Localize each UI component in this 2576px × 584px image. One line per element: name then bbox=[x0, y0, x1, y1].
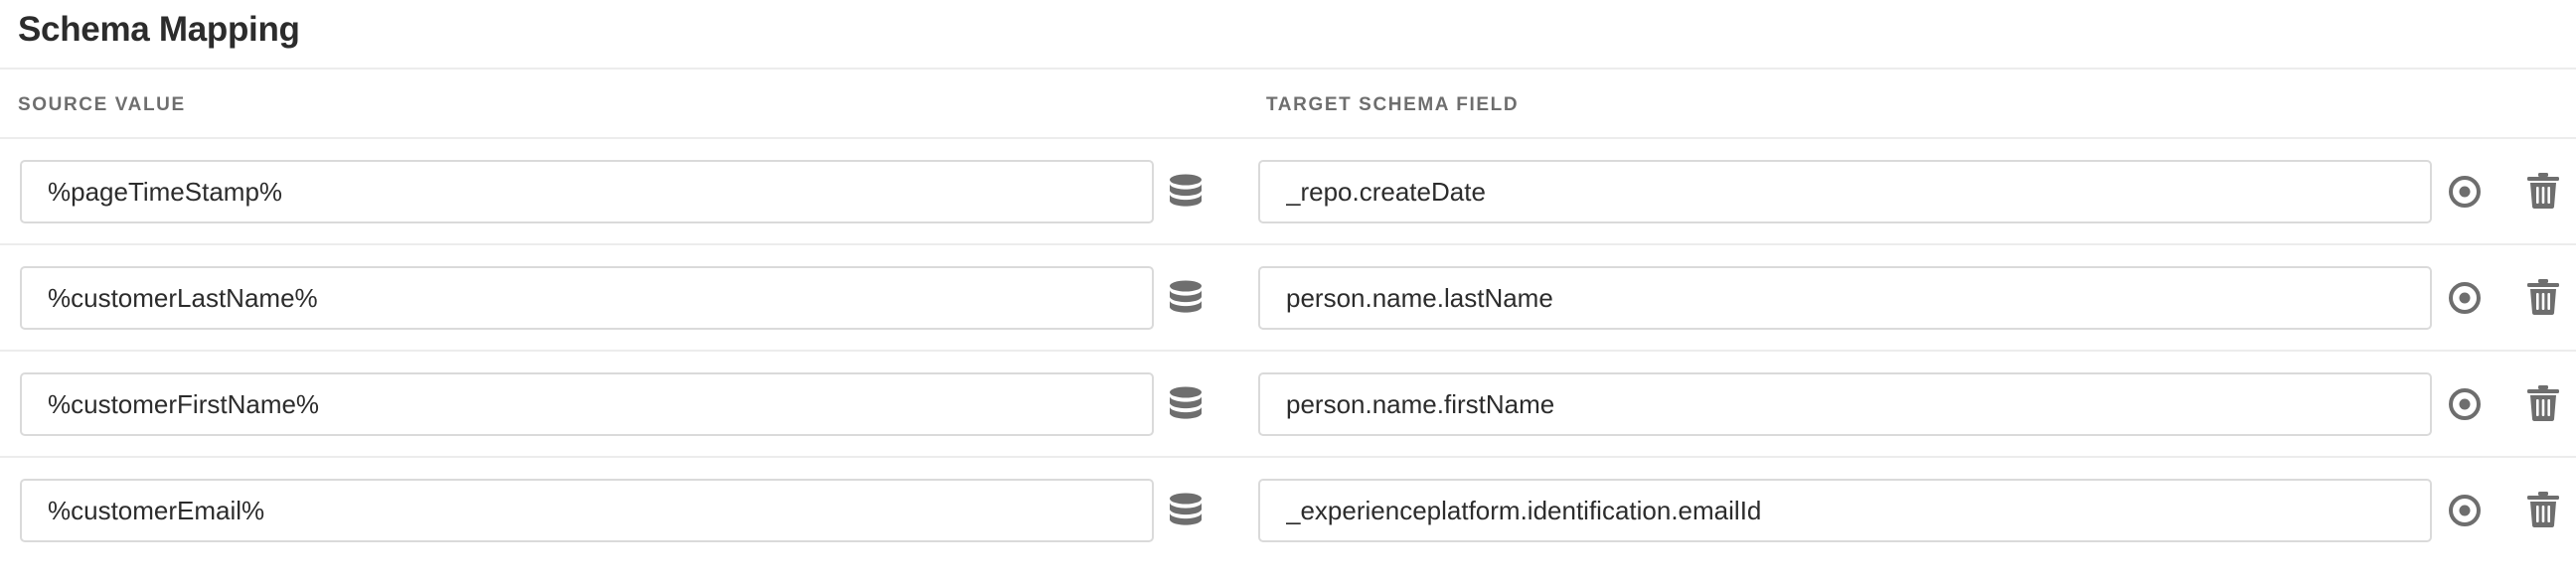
target-schema-field-input[interactable] bbox=[1258, 266, 2432, 330]
target-schema-field-input[interactable] bbox=[1258, 479, 2432, 542]
mapping-row bbox=[0, 479, 2576, 584]
divider bbox=[0, 137, 2576, 139]
database-icon[interactable] bbox=[1161, 171, 1210, 213]
source-value-header: SOURCE VALUE bbox=[18, 94, 186, 115]
mapping-row bbox=[0, 372, 2576, 478]
divider bbox=[0, 350, 2576, 352]
database-icon[interactable] bbox=[1161, 277, 1210, 319]
divider bbox=[0, 243, 2576, 245]
trash-icon[interactable] bbox=[2521, 379, 2565, 427]
database-icon[interactable] bbox=[1161, 490, 1210, 531]
divider bbox=[0, 68, 2576, 70]
source-value-input[interactable] bbox=[20, 479, 1154, 542]
target-icon[interactable] bbox=[2443, 276, 2487, 320]
target-schema-field-header: TARGET SCHEMA FIELD bbox=[1266, 94, 1520, 115]
source-value-input[interactable] bbox=[20, 160, 1154, 223]
target-icon[interactable] bbox=[2443, 489, 2487, 532]
divider bbox=[0, 456, 2576, 458]
target-icon[interactable] bbox=[2443, 170, 2487, 214]
target-icon[interactable] bbox=[2443, 382, 2487, 426]
mapping-row bbox=[0, 266, 2576, 371]
source-value-input[interactable] bbox=[20, 266, 1154, 330]
mapping-row bbox=[0, 160, 2576, 265]
database-icon[interactable] bbox=[1161, 383, 1210, 425]
trash-icon[interactable] bbox=[2521, 167, 2565, 215]
trash-icon[interactable] bbox=[2521, 273, 2565, 321]
page-title: Schema Mapping bbox=[18, 10, 300, 49]
target-schema-field-input[interactable] bbox=[1258, 372, 2432, 436]
trash-icon[interactable] bbox=[2521, 486, 2565, 533]
target-schema-field-input[interactable] bbox=[1258, 160, 2432, 223]
source-value-input[interactable] bbox=[20, 372, 1154, 436]
